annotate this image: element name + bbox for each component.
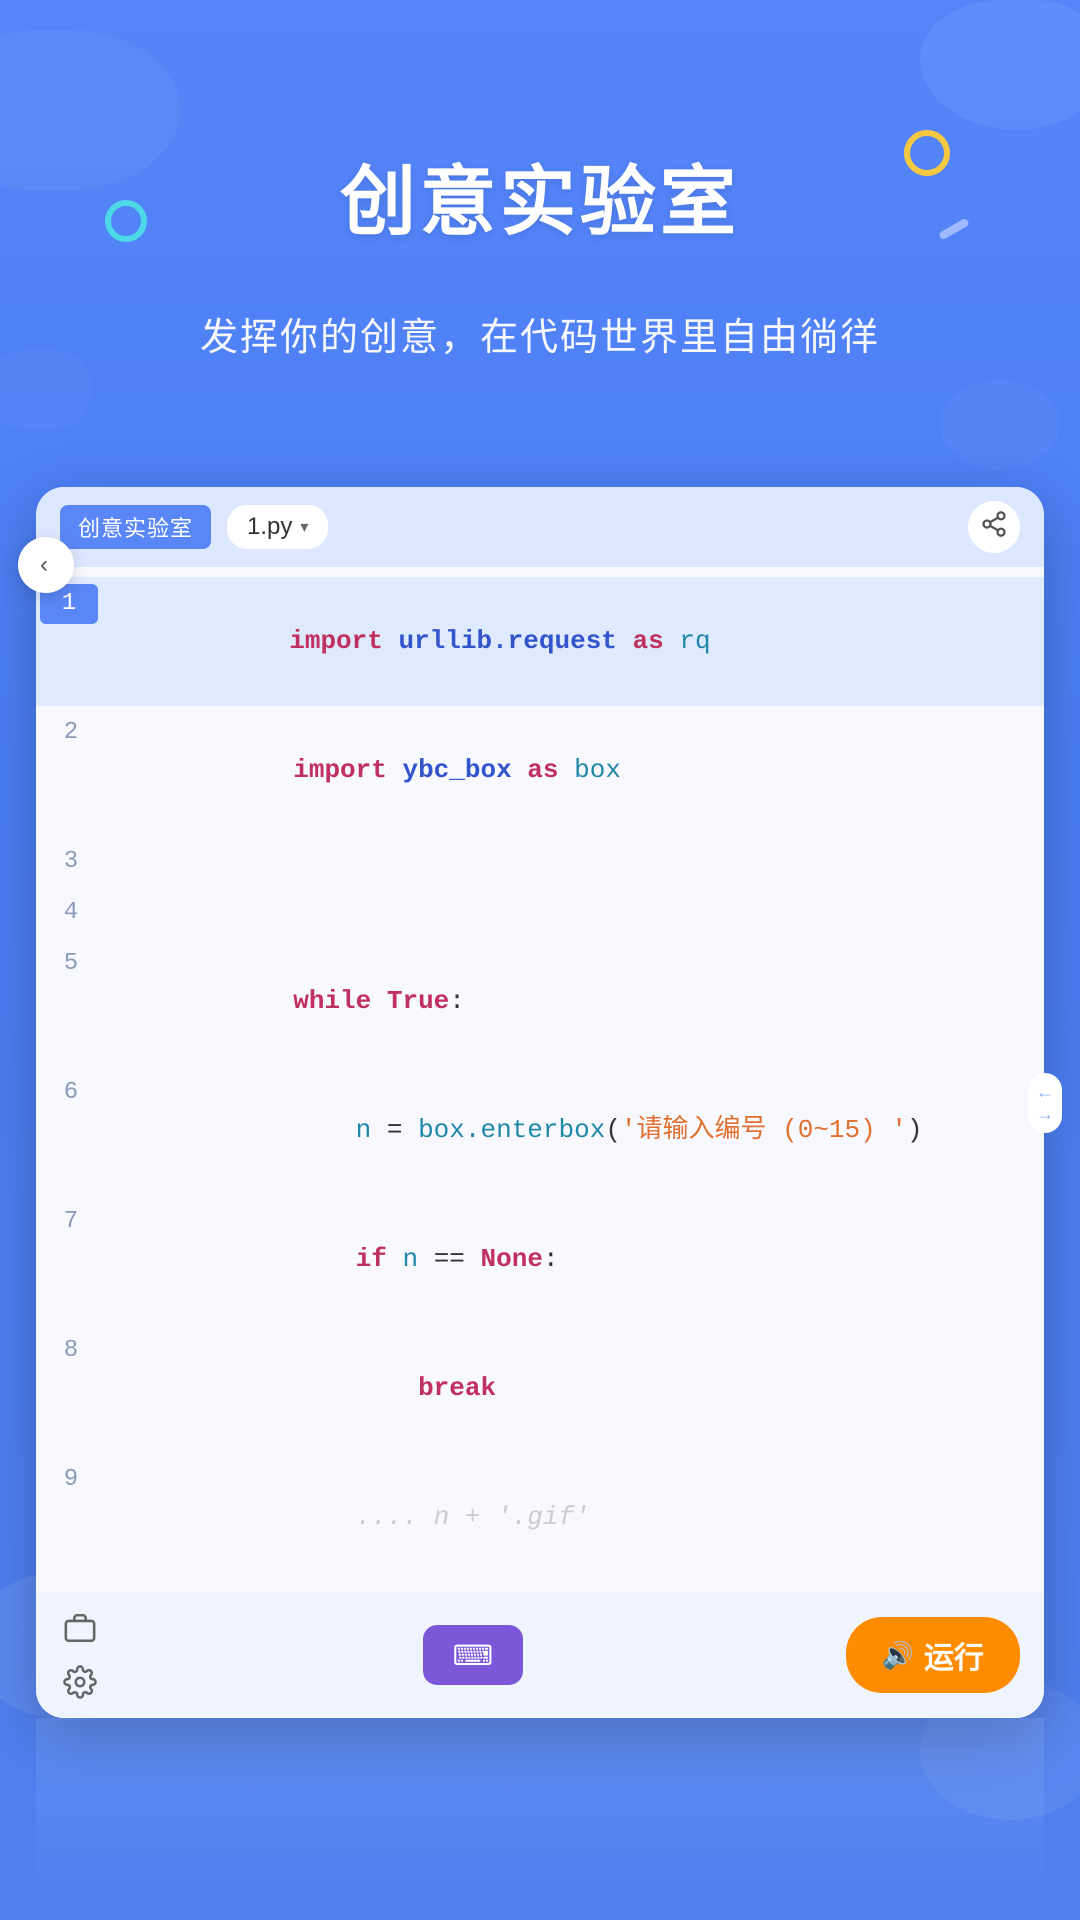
- main-content: 创意实验室 发挥你的创意，在代码世界里自由徜徉 ‹ ← → 创意实验室 1.py…: [0, 0, 1080, 1918]
- share-button[interactable]: [968, 501, 1020, 553]
- keyboard-button[interactable]: ⌨: [423, 1625, 523, 1685]
- code-line-5: 5 while True:: [36, 937, 1044, 1066]
- code-content-6: n = box.enterbox('请输入编号 (0~15) '): [106, 1072, 1044, 1189]
- line-number-7: 7: [36, 1204, 106, 1240]
- briefcase-button[interactable]: [60, 1608, 100, 1648]
- editor-card: 创意实验室 1.py ▾: [36, 487, 1044, 1718]
- back-button[interactable]: ‹: [18, 537, 74, 593]
- chevron-down-icon: ▾: [300, 517, 308, 537]
- code-line-2: 2 import ybc_box as box: [36, 706, 1044, 835]
- reflection-area: [36, 1718, 1044, 1918]
- page-subtitle: 发挥你的创意，在代码世界里自由徜徉: [0, 310, 1080, 367]
- header-section: 创意实验室 发挥你的创意，在代码世界里自由徜徉: [0, 0, 1080, 367]
- page-title: 创意实验室: [0, 140, 1080, 250]
- line-number-4: 4: [36, 895, 106, 931]
- line-number-6: 6: [36, 1075, 106, 1111]
- code-content-2: import ybc_box as box: [106, 712, 1044, 829]
- code-line-9: 9 .... n + '.gif': [36, 1453, 1044, 1582]
- code-area[interactable]: 1 import urllib.request as rq 2 import y…: [36, 567, 1044, 1592]
- run-label: 运行: [924, 1633, 984, 1677]
- run-button[interactable]: 🔊 运行: [846, 1617, 1020, 1693]
- editor-toolbar: 创意实验室 1.py ▾: [36, 487, 1044, 567]
- reflection-card: [36, 1718, 1044, 1898]
- line-number-3: 3: [36, 844, 106, 880]
- code-line-4: 4: [36, 886, 1044, 937]
- code-content-7: if n == None:: [106, 1201, 1044, 1318]
- scroll-arrows[interactable]: ← →: [1028, 1073, 1062, 1133]
- line-number-8: 8: [36, 1333, 106, 1369]
- keyboard-icon: ⌨: [453, 1639, 493, 1672]
- code-content-3: [106, 841, 1044, 880]
- editor-bottom-bar: ⌨ 🔊 运行: [36, 1592, 1044, 1718]
- editor-container: ‹ ← → 创意实验室 1.py ▾: [36, 487, 1044, 1718]
- scroll-right-arrow: →: [1036, 1105, 1054, 1123]
- code-content-9: .... n + '.gif': [106, 1459, 1044, 1576]
- code-line-1: 1 import urllib.request as rq: [36, 577, 1044, 706]
- scroll-indicator[interactable]: ← →: [1028, 1073, 1062, 1133]
- line-number-2: 2: [36, 715, 106, 751]
- line-number-5: 5: [36, 946, 106, 982]
- code-line-6: 6 n = box.enterbox('请输入编号 (0~15) '): [36, 1066, 1044, 1195]
- code-line-3: 3: [36, 835, 1044, 886]
- toolbar-left: 创意实验室 1.py ▾: [60, 505, 328, 549]
- code-content-8: break: [106, 1330, 1044, 1447]
- share-icon: [980, 510, 1008, 545]
- code-content-1: import urllib.request as rq: [102, 583, 1044, 700]
- code-line-8: 8 break: [36, 1324, 1044, 1453]
- back-icon: ‹: [40, 551, 48, 579]
- scroll-left-arrow: ←: [1036, 1083, 1054, 1101]
- editor-tab: 创意实验室: [60, 505, 211, 549]
- code-content-5: while True:: [106, 943, 1044, 1060]
- code-content-4: [106, 892, 1044, 931]
- run-icon: 🔊: [882, 1640, 914, 1671]
- file-selector[interactable]: 1.py ▾: [227, 505, 328, 549]
- code-line-7: 7 if n == None:: [36, 1195, 1044, 1324]
- settings-button[interactable]: [60, 1662, 100, 1702]
- file-name: 1.py: [247, 513, 292, 541]
- line-number-9: 9: [36, 1462, 106, 1498]
